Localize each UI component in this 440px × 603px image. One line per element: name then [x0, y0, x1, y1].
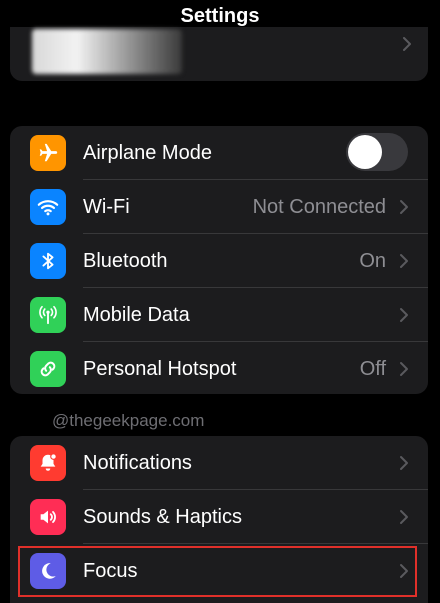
airplane-icon [30, 135, 66, 171]
settings-screen: Settings Airplane Mode Wi-Fi Not Connect… [0, 0, 440, 603]
moon-icon [30, 553, 66, 589]
chevron-right-icon [400, 362, 408, 376]
personal-hotspot-status: Off [359, 358, 386, 380]
wifi-status: Not Connected [252, 196, 386, 218]
speaker-icon [30, 499, 66, 535]
apple-id-card[interactable] [10, 27, 428, 81]
sounds-haptics-row[interactable]: Sounds & Haptics [10, 490, 428, 544]
bell-icon [30, 445, 66, 481]
alerts-group: Notifications Sounds & Haptics Focus [10, 436, 428, 603]
personal-hotspot-label: Personal Hotspot [83, 358, 237, 380]
focus-row[interactable]: Focus [10, 544, 428, 598]
focus-label: Focus [83, 560, 138, 582]
mobile-data-label: Mobile Data [83, 304, 190, 326]
chevron-right-icon [400, 456, 408, 470]
bluetooth-status: On [359, 250, 386, 272]
sounds-haptics-label: Sounds & Haptics [83, 506, 242, 528]
airplane-mode-label: Airplane Mode [83, 142, 212, 164]
antenna-icon [30, 297, 66, 333]
chevron-right-icon [403, 37, 411, 51]
chevron-right-icon [400, 564, 408, 578]
chevron-right-icon [400, 308, 408, 322]
toggle-knob [348, 135, 382, 169]
chevron-right-icon [400, 510, 408, 524]
chevron-right-icon [400, 254, 408, 268]
watermark: @thegeekpage.com [52, 411, 205, 430]
bluetooth-icon [30, 243, 66, 279]
wifi-icon [30, 189, 66, 225]
airplane-mode-toggle[interactable] [346, 133, 408, 171]
mobile-data-row[interactable]: Mobile Data [10, 288, 428, 342]
notifications-row[interactable]: Notifications [10, 436, 428, 490]
wifi-row[interactable]: Wi-Fi Not Connected [10, 180, 428, 234]
bluetooth-label: Bluetooth [83, 250, 168, 272]
bluetooth-row[interactable]: Bluetooth On [10, 234, 428, 288]
chevron-right-icon [400, 200, 408, 214]
wifi-label: Wi-Fi [83, 196, 130, 218]
link-icon [30, 351, 66, 387]
personal-hotspot-row[interactable]: Personal Hotspot Off [10, 342, 428, 394]
connectivity-group: Airplane Mode Wi-Fi Not Connected Blueto… [10, 126, 428, 394]
notifications-label: Notifications [83, 452, 192, 474]
airplane-mode-row: Airplane Mode [10, 126, 428, 180]
avatar [32, 29, 182, 74]
